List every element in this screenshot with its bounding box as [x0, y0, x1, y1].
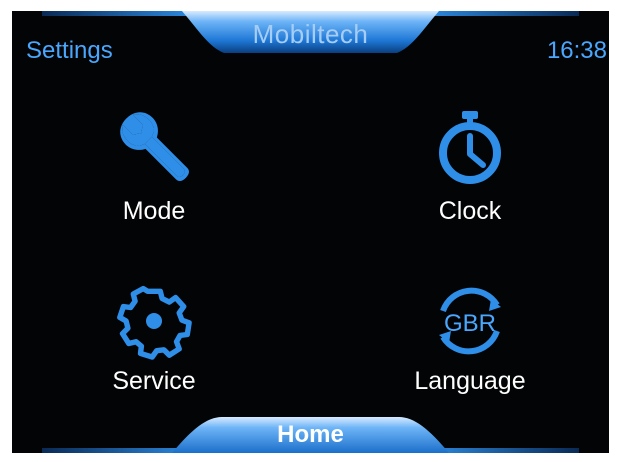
stopwatch-icon	[439, 111, 501, 184]
bottom-bar: Home	[12, 409, 609, 453]
screen-title: Settings	[26, 37, 113, 64]
menu-item-language[interactable]: GBR Language	[380, 281, 560, 421]
menu-item-service[interactable]: Service	[64, 281, 244, 421]
language-icon: GBR	[439, 287, 501, 355]
device-screen: Mobiltech Settings 16:38 Mode Clock Serv…	[12, 11, 609, 453]
gear-icon	[117, 285, 192, 360]
menu-item-label: Clock	[438, 197, 502, 225]
language-icon-text: GBR	[444, 310, 496, 337]
time-display: 16:38	[546, 37, 607, 64]
menu-item-label: Mode	[122, 197, 186, 225]
menu-item-mode[interactable]: Mode	[64, 101, 244, 241]
menu-item-label: Language	[414, 367, 526, 395]
top-bar: Mobiltech Settings 16:38	[12, 11, 609, 71]
menu-item-label: Service	[112, 367, 196, 395]
wrench-icon	[120, 112, 189, 181]
home-button[interactable]: Home	[12, 417, 609, 453]
menu-item-clock[interactable]: Clock	[380, 101, 560, 241]
